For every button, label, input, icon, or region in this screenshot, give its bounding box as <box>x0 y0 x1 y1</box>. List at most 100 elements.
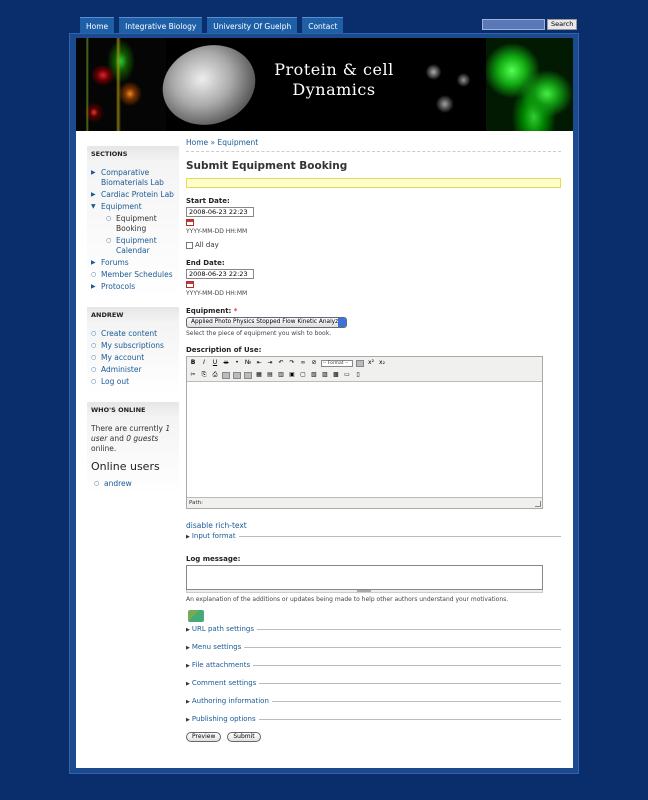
table-col-icon[interactable]: ▥ <box>277 371 285 379</box>
bold-icon[interactable]: B <box>189 359 197 367</box>
row-props-icon[interactable]: ▨ <box>321 371 329 379</box>
end-date-input[interactable]: 2008-06-23 22:23 <box>186 269 254 279</box>
site-title-line1: Protein & cell <box>274 60 394 79</box>
textarea-resize-grip[interactable] <box>186 590 543 593</box>
fieldset-toggle-link[interactable]: Comment settings <box>192 679 256 687</box>
online-users-heading: Online users <box>91 460 160 473</box>
chevron-down-icon: ▼ <box>91 203 96 210</box>
input-format-fieldset[interactable]: ▶ Input format <box>186 531 561 542</box>
chevron-right-icon: ▶ <box>186 663 190 669</box>
table-row-icon[interactable]: ▤ <box>266 371 274 379</box>
help-icon[interactable]: ▯ <box>354 371 362 379</box>
user-link-label: My subscriptions <box>101 341 164 350</box>
merge-cells-icon[interactable]: ▣ <box>288 371 296 379</box>
image-icon[interactable] <box>356 359 364 367</box>
all-day-checkbox[interactable] <box>186 241 193 249</box>
sidebar-item[interactable]: ▶ Comparative Biomaterials Lab <box>91 168 175 188</box>
site-title[interactable]: Protein & cell Dynamics <box>259 60 409 100</box>
select-all-icon[interactable] <box>244 371 252 379</box>
indent-icon[interactable]: ⇥ <box>266 359 274 367</box>
input-format-link[interactable]: Input format <box>192 532 236 540</box>
format-select[interactable]: -- Format -- <box>321 359 353 367</box>
start-date-label: Start Date: <box>186 197 230 205</box>
fieldset-toggle-link[interactable]: URL path settings <box>192 625 254 633</box>
split-cells-icon[interactable]: ▢ <box>299 371 307 379</box>
online-user[interactable]: ○ andrew <box>91 479 175 489</box>
disable-rich-text-link[interactable]: disable rich-text <box>186 521 247 530</box>
copy-icon[interactable]: ⎘ <box>200 371 208 379</box>
fullscreen-icon[interactable]: ▭ <box>343 371 351 379</box>
collapsible-fieldset[interactable]: ▶ Authoring information <box>186 696 561 707</box>
collapsible-fieldset[interactable]: ▶ URL path settings <box>186 624 561 635</box>
collapsible-fieldset[interactable]: ▶ File attachments <box>186 660 561 671</box>
paste-word-icon[interactable] <box>233 371 241 379</box>
start-date-input[interactable]: 2008-06-23 22:23 <box>186 207 254 217</box>
paste-text-icon[interactable] <box>222 371 230 379</box>
bullet-icon: ○ <box>91 366 97 373</box>
fieldset-toggle-link[interactable]: Publishing options <box>192 715 256 723</box>
sidebar-item[interactable]: ▶ Protocols <box>91 282 175 292</box>
cut-icon[interactable]: ✂ <box>189 371 197 379</box>
tab-home[interactable]: Home <box>80 17 115 34</box>
search-button[interactable]: Search <box>547 19 578 30</box>
redo-icon[interactable]: ↷ <box>288 359 296 367</box>
cell-props-icon[interactable]: ▩ <box>332 371 340 379</box>
table-props-icon[interactable]: ▧ <box>310 371 318 379</box>
user-link[interactable]: ○ My subscriptions <box>91 341 175 351</box>
calendar-icon[interactable] <box>186 219 194 226</box>
search-input[interactable] <box>482 19 545 30</box>
log-message-textarea[interactable] <box>186 565 543 590</box>
sidebar-item[interactable]: ○ Member Schedules <box>91 270 175 280</box>
collapsible-fieldset[interactable]: ▶ Comment settings <box>186 678 561 689</box>
description-of-use-group: Description of Use: B I U ≡ • № ⇤ ⇥ ↶ ↷ … <box>186 346 561 509</box>
user-link[interactable]: ○ Administer <box>91 365 175 375</box>
sidebar-item[interactable]: ▶ Forums <box>91 258 175 268</box>
strikethrough-icon[interactable]: ≡ <box>222 359 230 367</box>
gel-image <box>76 38 166 131</box>
collapsible-fieldsets-2: ▶ Authoring information ▶ Publishing option… <box>186 696 561 725</box>
sidebar-item[interactable]: ○ Equipment Booking <box>91 214 175 234</box>
user-link[interactable]: ○ Log out <box>91 377 175 387</box>
numbered-list-icon[interactable]: № <box>244 359 252 367</box>
all-day-label: All day <box>195 241 219 249</box>
fieldset-toggle-link[interactable]: Menu settings <box>192 643 241 651</box>
sidebar-item[interactable]: ○ Equipment Calendar <box>91 236 175 256</box>
paste-icon[interactable]: ⎙ <box>211 371 219 379</box>
sidebar-item[interactable]: ▶ Cardiac Protein Lab <box>91 190 175 200</box>
undo-icon[interactable]: ↶ <box>277 359 285 367</box>
all-day-row: All day <box>186 241 561 249</box>
tab-contact[interactable]: Contact <box>302 17 344 34</box>
preview-button[interactable]: Preview <box>186 732 222 742</box>
whos-online-block: Who's online There are currently 1 user … <box>87 402 179 495</box>
bullet-list-icon[interactable]: • <box>233 359 241 367</box>
chevron-right-icon: ▶ <box>186 534 190 540</box>
breadcrumb-equipment-link[interactable]: Equipment <box>218 138 259 147</box>
table-icon[interactable]: ▦ <box>255 371 263 379</box>
collapsible-fieldset[interactable]: ▶ Menu settings <box>186 642 561 653</box>
gears-icon <box>188 610 204 622</box>
user-link[interactable]: ○ Create content <box>91 329 175 339</box>
description-editor-area[interactable] <box>187 381 542 498</box>
breadcrumb-home-link[interactable]: Home <box>186 138 208 147</box>
outdent-icon[interactable]: ⇤ <box>255 359 263 367</box>
italic-icon[interactable]: I <box>200 359 208 367</box>
tab-university-of-guelph[interactable]: University Of Guelph <box>207 17 298 34</box>
unlink-icon[interactable]: ⊘ <box>310 359 318 367</box>
submit-button[interactable]: Submit <box>227 732 261 742</box>
bullet-icon: ○ <box>94 480 100 487</box>
collapsible-fieldset[interactable]: ▶ Publishing options <box>186 714 561 725</box>
equipment-selected-value: Applied Photo Physics Stopped Flow Kinet… <box>191 319 345 325</box>
superscript-icon[interactable]: x² <box>367 359 375 367</box>
resize-grip-icon[interactable] <box>535 501 541 507</box>
underline-icon[interactable]: U <box>211 359 219 367</box>
tab-integrative-biology[interactable]: Integrative Biology <box>119 17 203 34</box>
fieldset-toggle-link[interactable]: Authoring information <box>192 697 269 705</box>
link-icon[interactable]: ∞ <box>299 359 307 367</box>
subscript-icon[interactable]: x₂ <box>378 359 386 367</box>
equipment-select[interactable]: Applied Photo Physics Stopped Flow Kinet… <box>186 317 347 328</box>
fieldset-toggle-link[interactable]: File attachments <box>192 661 250 669</box>
log-message-description: An explanation of the additions or updat… <box>186 596 509 603</box>
sidebar-item[interactable]: ▼ Equipment <box>91 202 175 212</box>
calendar-icon[interactable] <box>186 281 194 288</box>
user-link[interactable]: ○ My account <box>91 353 175 363</box>
